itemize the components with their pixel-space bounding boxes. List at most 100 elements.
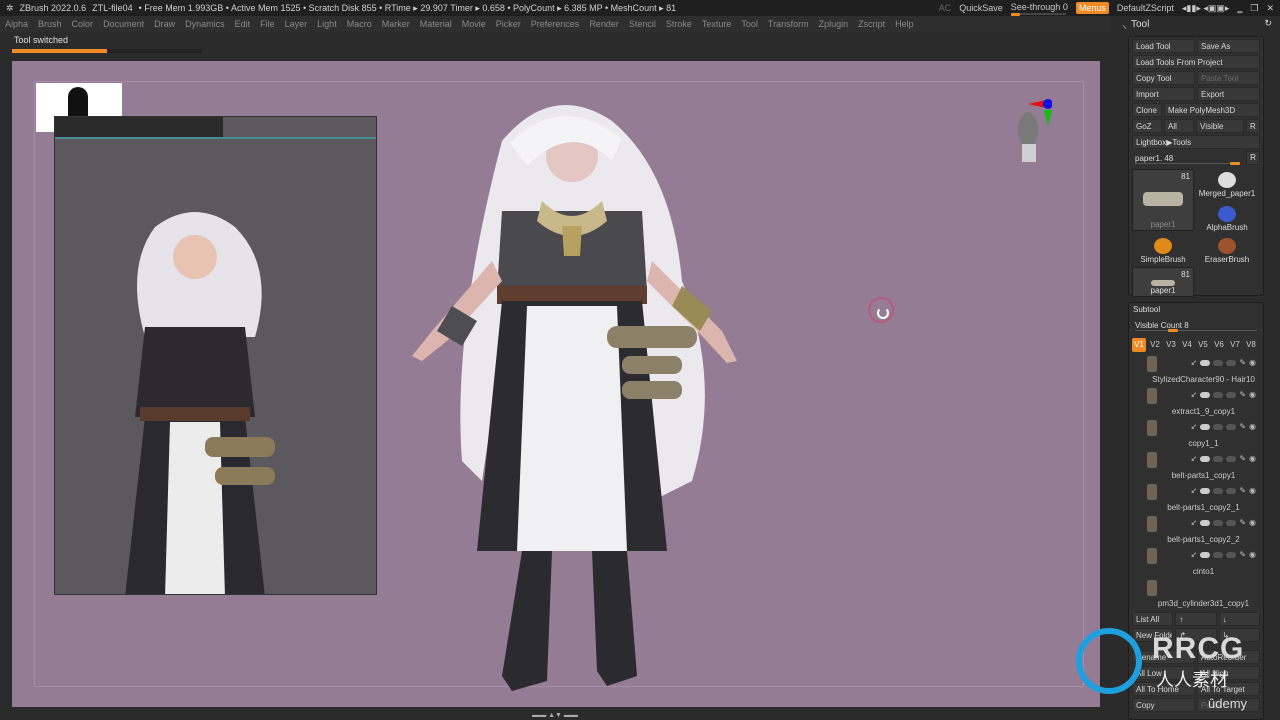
polypaint-toggle[interactable]	[1200, 359, 1211, 366]
folder-toggle[interactable]	[1226, 391, 1237, 398]
menu-stencil[interactable]: Stencil	[624, 19, 661, 29]
goz-visible-button[interactable]: Visible	[1196, 119, 1244, 133]
polypaint-toggle[interactable]	[1200, 519, 1211, 526]
vtab-v8[interactable]: V8	[1244, 338, 1258, 352]
vtab-v5[interactable]: V5	[1196, 338, 1210, 352]
bottom-tray-handle[interactable]: ▬▬ ▲▼ ▬▬	[515, 712, 595, 719]
load-tool-button[interactable]: Load Tool	[1132, 39, 1195, 53]
arrow-icon[interactable]: ↙	[1191, 550, 1198, 559]
current-tool-slider[interactable]: paper1. 48 R	[1132, 151, 1260, 165]
goz-button[interactable]: GoZ	[1132, 119, 1162, 133]
subtool-item[interactable]: ↙ ✎ ◉ belt-parts1_copy1	[1147, 450, 1260, 482]
eye-icon[interactable]: ◉	[1249, 390, 1256, 399]
all-to-home-button[interactable]: All To Home	[1132, 682, 1195, 696]
vtab-v3[interactable]: V3	[1164, 338, 1178, 352]
tool-simplebrush[interactable]: SimpleBrush	[1132, 235, 1194, 265]
import-button[interactable]: Import	[1132, 87, 1195, 101]
vtab-v4[interactable]: V4	[1180, 338, 1194, 352]
arrow-icon[interactable]: ↙	[1191, 518, 1198, 527]
move-right-icon[interactable]: ↱	[1175, 628, 1217, 642]
menus-button[interactable]: Menus	[1075, 2, 1109, 14]
arrow-icon[interactable]: ↙	[1191, 454, 1198, 463]
copy-button[interactable]: Copy	[1132, 698, 1195, 712]
menu-light[interactable]: Light	[312, 19, 342, 29]
folder-toggle[interactable]	[1226, 455, 1237, 462]
brush-icon[interactable]: ✎	[1239, 550, 1246, 559]
menu-alpha[interactable]: Alpha	[0, 19, 33, 29]
save-as-button[interactable]: Save As	[1197, 39, 1260, 53]
vtab-v2[interactable]: V2	[1148, 338, 1162, 352]
goz-r-button[interactable]: R	[1246, 119, 1260, 133]
solo-toggle[interactable]	[1213, 519, 1224, 526]
navigation-gizmo[interactable]	[1012, 96, 1053, 166]
solo-toggle[interactable]	[1213, 551, 1224, 558]
menu-edit[interactable]: Edit	[230, 19, 256, 29]
move-down-icon[interactable]: ↓	[1218, 612, 1260, 626]
see-through-slider[interactable]: See-through 0	[1010, 2, 1068, 16]
layout-arrows-icon[interactable]: ◂▮▮▸ ◂▣▣▸	[1182, 3, 1229, 14]
tool-paper1-second[interactable]: 81 paper1	[1132, 267, 1194, 297]
list-all-button[interactable]: List All	[1132, 612, 1174, 626]
menu-transform[interactable]: Transform	[763, 19, 814, 29]
arrow-icon[interactable]: ↙	[1191, 390, 1198, 399]
polypaint-toggle[interactable]	[1200, 487, 1211, 494]
subtool-item[interactable]: ↙ ✎ ◉ extract1_9_copy1	[1147, 386, 1260, 418]
make-polymesh-button[interactable]: Make PolyMesh3D	[1164, 103, 1260, 117]
menu-color[interactable]: Color	[67, 19, 99, 29]
clone-button[interactable]: Clone	[1132, 103, 1162, 117]
solo-toggle[interactable]	[1213, 423, 1224, 430]
quicksave-button[interactable]: QuickSave	[959, 3, 1003, 13]
menu-dynamics[interactable]: Dynamics	[180, 19, 230, 29]
menu-render[interactable]: Render	[584, 19, 624, 29]
solo-toggle[interactable]	[1213, 391, 1224, 398]
vtab-v7[interactable]: V7	[1228, 338, 1242, 352]
eye-icon[interactable]: ◉	[1249, 550, 1256, 559]
menu-help[interactable]: Help	[890, 19, 919, 29]
subtool-item[interactable]: pm3d_cylinder3d1_copy1	[1147, 578, 1260, 610]
close-icon[interactable]: ✕	[1266, 3, 1274, 14]
folder-toggle[interactable]	[1226, 359, 1237, 366]
all-high-button[interactable]: All High	[1197, 666, 1260, 680]
arrow-icon[interactable]: ↙	[1191, 486, 1198, 495]
tool-paper1[interactable]: 81 paper1	[1132, 169, 1194, 231]
subtool-item[interactable]: ↙ ✎ ◉ belt-parts1_copy2_1	[1147, 482, 1260, 514]
menu-stroke[interactable]: Stroke	[661, 19, 697, 29]
all-to-target-button[interactable]: All To Target	[1197, 682, 1260, 696]
paste-tool-button[interactable]: Paste Tool	[1197, 71, 1260, 85]
solo-toggle[interactable]	[1213, 487, 1224, 494]
eye-icon[interactable]: ◉	[1249, 454, 1256, 463]
restore-icon[interactable]: ❐	[1250, 3, 1258, 14]
tool-merged-paper1[interactable]: Merged_paper1	[1196, 169, 1258, 199]
menu-document[interactable]: Document	[98, 19, 149, 29]
right-tray-handle[interactable]	[1104, 60, 1112, 710]
menu-marker[interactable]: Marker	[377, 19, 415, 29]
export-button[interactable]: Export	[1197, 87, 1260, 101]
vtab-v6[interactable]: V6	[1212, 338, 1226, 352]
script-button[interactable]: DefaultZScript	[1117, 3, 1174, 13]
polypaint-toggle[interactable]	[1200, 423, 1211, 430]
vtab-v1[interactable]: V1	[1132, 338, 1146, 352]
character-3d-model[interactable]	[392, 81, 772, 691]
brush-icon[interactable]: ✎	[1239, 486, 1246, 495]
new-folder-button[interactable]: New Folder	[1132, 628, 1174, 642]
minimize-icon[interactable]: ‗	[1237, 3, 1242, 13]
document-canvas[interactable]	[12, 61, 1100, 707]
refresh-icon[interactable]: ↻	[1264, 18, 1272, 29]
eye-icon[interactable]: ◉	[1249, 358, 1256, 367]
move-up-icon[interactable]: ↑	[1175, 612, 1217, 626]
visible-count-slider[interactable]: Visible Count 8	[1132, 318, 1260, 332]
subtool-item[interactable]: ↙ ✎ ◉ copy1_1	[1147, 418, 1260, 450]
brush-icon[interactable]: ✎	[1239, 422, 1246, 431]
menu-material[interactable]: Material	[415, 19, 457, 29]
eye-icon[interactable]: ◉	[1249, 422, 1256, 431]
folder-toggle[interactable]	[1226, 423, 1237, 430]
solo-toggle[interactable]	[1213, 359, 1224, 366]
menu-picker[interactable]: Picker	[491, 19, 526, 29]
tool-eraserbrush[interactable]: EraserBrush	[1196, 235, 1258, 265]
polypaint-toggle[interactable]	[1200, 391, 1211, 398]
lightbox-tools-button[interactable]: Lightbox▶Tools	[1132, 135, 1260, 149]
subtool-item[interactable]: ↙ ✎ ◉ StylizedCharacter90 - Hair10	[1147, 354, 1260, 386]
left-tray-handle[interactable]	[0, 60, 6, 710]
menu-macro[interactable]: Macro	[342, 19, 377, 29]
auto-reorder-button[interactable]: AutoReorder	[1197, 650, 1260, 664]
